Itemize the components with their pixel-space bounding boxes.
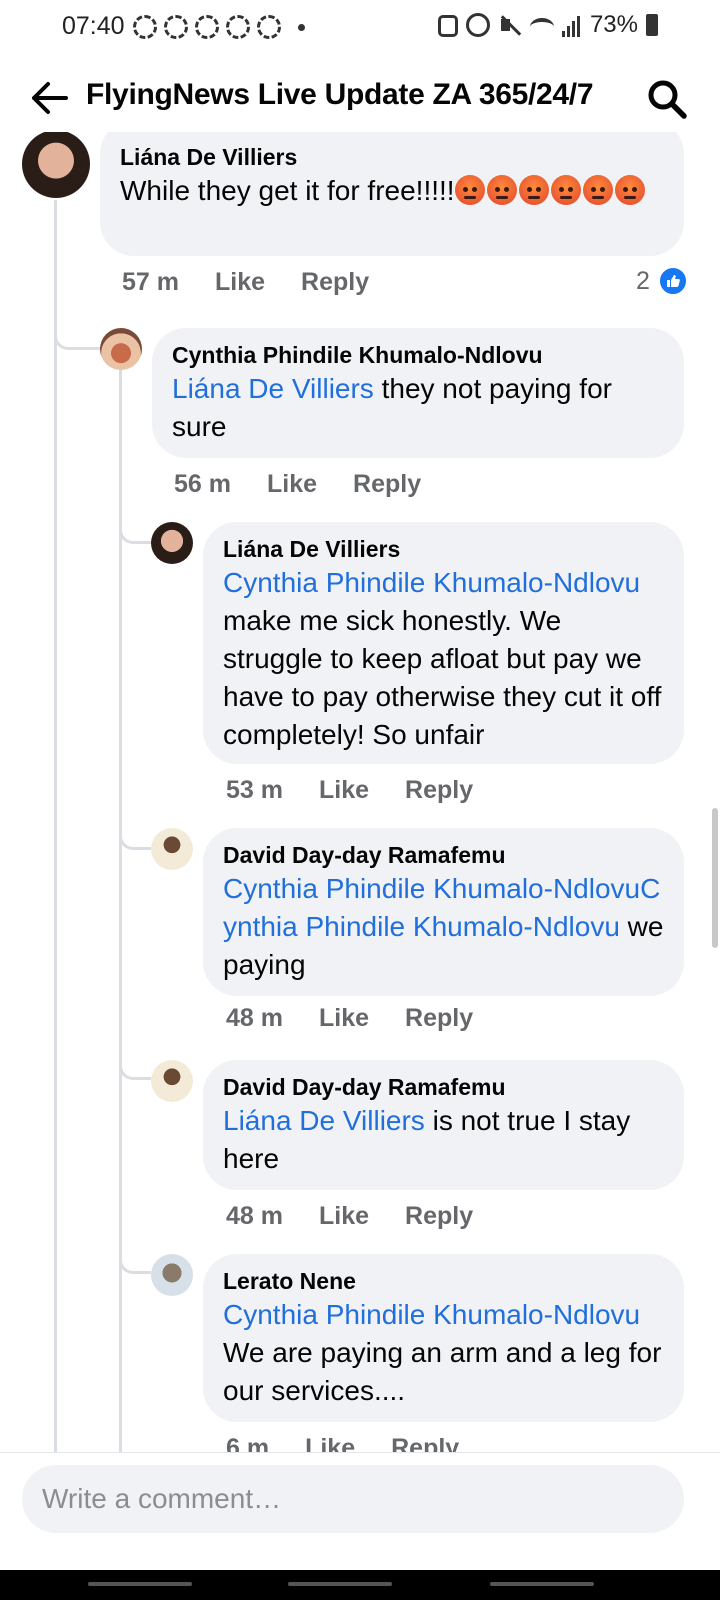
like-button[interactable]: Like [319,776,369,805]
reply-button[interactable]: Reply [405,1202,473,1231]
avatar[interactable] [151,1254,193,1296]
signal-icon [561,13,582,37]
comment-bubble: Lerato Nene Cynthia Phindile Khumalo-Ndl… [203,1254,684,1422]
comment-thread: Liána De Villiers While they get it for … [0,132,720,1482]
angry-emoji-icon [582,175,613,205]
like-button[interactable]: Like [215,268,265,297]
notification-icons [133,15,281,39]
angry-emoji-icon [614,175,645,205]
comment-text: Cynthia Phindile Khumalo-NdlovuCynthia P… [223,870,664,984]
nav-recents-button[interactable] [88,1582,192,1586]
reply-button[interactable]: Reply [405,776,473,805]
comment-bubble: David Day-day Ramafemu Cynthia Phindile … [203,828,684,996]
angry-emoji-icon [486,175,517,205]
nav-home-button[interactable] [288,1582,392,1586]
system-nav-bar [0,1570,720,1600]
comment-time: 48 m [226,1004,283,1032]
status-time: 07:40 [62,12,125,40]
comment-author[interactable]: David Day-day Ramafemu [223,840,664,870]
comment-actions: 48 m Like Reply [226,1202,473,1231]
notification-icon [226,15,250,39]
comment-bubble: David Day-day Ramafemu Liána De Villiers… [203,1060,684,1190]
comment-actions: 48 m Like Reply [226,1004,473,1033]
reaction-number: 2 [636,266,650,295]
comment-text: Cynthia Phindile Khumalo-Ndlovu make me … [223,564,664,754]
lock-icon [437,15,458,37]
angry-emoji-icon [518,175,549,205]
mention-link[interactable]: Cynthia Phindile Khumalo-Ndlovu [223,567,640,598]
notification-icon [164,15,188,39]
back-arrow-icon[interactable] [28,78,70,118]
status-icons: 73% [437,11,658,39]
notification-icon [195,15,219,39]
avatar[interactable] [151,828,193,870]
comment-actions: 53 m Like Reply [226,776,473,805]
angry-emoji-icon [454,175,485,205]
alarm-icon [465,13,490,37]
battery-icon [646,14,658,36]
comment-author[interactable]: Cynthia Phindile Khumalo-Ndlovu [172,340,664,370]
comment-author[interactable]: David Day-day Ramafemu [223,1072,664,1102]
comment-author[interactable]: Liána De Villiers [223,534,664,564]
battery-percent: 73% [589,11,638,38]
like-button[interactable]: Like [319,1202,369,1231]
reply-button[interactable]: Reply [353,470,421,499]
mention-link[interactable]: Liána De Villiers [172,373,374,404]
comment-time: 48 m [226,1202,283,1230]
reaction-count[interactable]: 2 [636,266,688,296]
avatar[interactable] [22,132,90,198]
mute-icon [498,13,522,37]
avatar[interactable] [151,1060,193,1102]
comment-text: Liána De Villiers they not paying for su… [172,370,664,446]
comment: David Day-day Ramafemu Liána De Villiers… [0,1060,720,1250]
comment-text: While they get it for free!!!!! [120,172,664,210]
mention-link[interactable]: Liána De Villiers [223,1105,425,1136]
comment-author[interactable]: Lerato Nene [223,1266,664,1296]
comment: David Day-day Ramafemu Cynthia Phindile … [0,828,720,1048]
avatar[interactable] [100,328,142,370]
notification-icon [133,15,157,39]
comment-text-body: While they get it for free!!!!! [120,175,455,206]
comment: Liána De Villiers Cynthia Phindile Khuma… [0,522,720,812]
mention-link[interactable]: Cynthia Phindile Khumalo-Ndlovu [223,1299,640,1330]
status-bar: 07:40 73% [0,0,720,56]
comment-bubble: Liána De Villiers While they get it for … [100,132,684,256]
comment-time: 57 m [122,268,179,296]
mention-link[interactable]: Cynthia Phindile Khumalo-NdlovuCynthia P… [223,873,660,942]
thumbs-up-icon [657,266,688,296]
reply-button[interactable]: Reply [405,1004,473,1033]
comment-text: Cynthia Phindile Khumalo-Ndlovu We are p… [223,1296,664,1410]
comment-bubble: Liána De Villiers Cynthia Phindile Khuma… [203,522,684,764]
comment: Cynthia Phindile Khumalo-Ndlovu Liána De… [0,328,720,508]
comment-composer [0,1452,720,1570]
comment: Liána De Villiers While they get it for … [0,132,720,312]
scrollbar[interactable] [712,808,718,948]
comment-input[interactable] [22,1465,684,1533]
wifi-icon [529,18,554,36]
comment-time: 53 m [226,776,283,804]
reply-button[interactable]: Reply [301,268,369,297]
comment-text-body: We are paying an arm and a leg for our s… [223,1337,662,1406]
nav-back-button[interactable] [490,1582,594,1586]
comment: Lerato Nene Cynthia Phindile Khumalo-Ndl… [0,1254,720,1482]
search-icon[interactable] [646,78,688,120]
header: FlyingNews Live Update ZA 365/24/7 [0,64,720,132]
comment-text: Liána De Villiers is not true I stay her… [223,1102,664,1178]
like-button[interactable]: Like [319,1004,369,1033]
comment-bubble: Cynthia Phindile Khumalo-Ndlovu Liána De… [152,328,684,458]
avatar[interactable] [151,522,193,564]
comment-author[interactable]: Liána De Villiers [120,142,664,172]
comment-time: 56 m [174,470,231,498]
comment-text-body: make me sick honestly. We struggle to ke… [223,605,662,750]
page-title: FlyingNews Live Update ZA 365/24/7 [86,78,594,111]
angry-emoji-icon [550,175,581,205]
comment-actions: 57 m Like Reply [122,268,369,297]
like-button[interactable]: Like [267,470,317,499]
notification-icon [257,15,281,39]
comment-actions: 56 m Like Reply [174,470,421,499]
more-notifications-dot-icon [298,24,305,31]
